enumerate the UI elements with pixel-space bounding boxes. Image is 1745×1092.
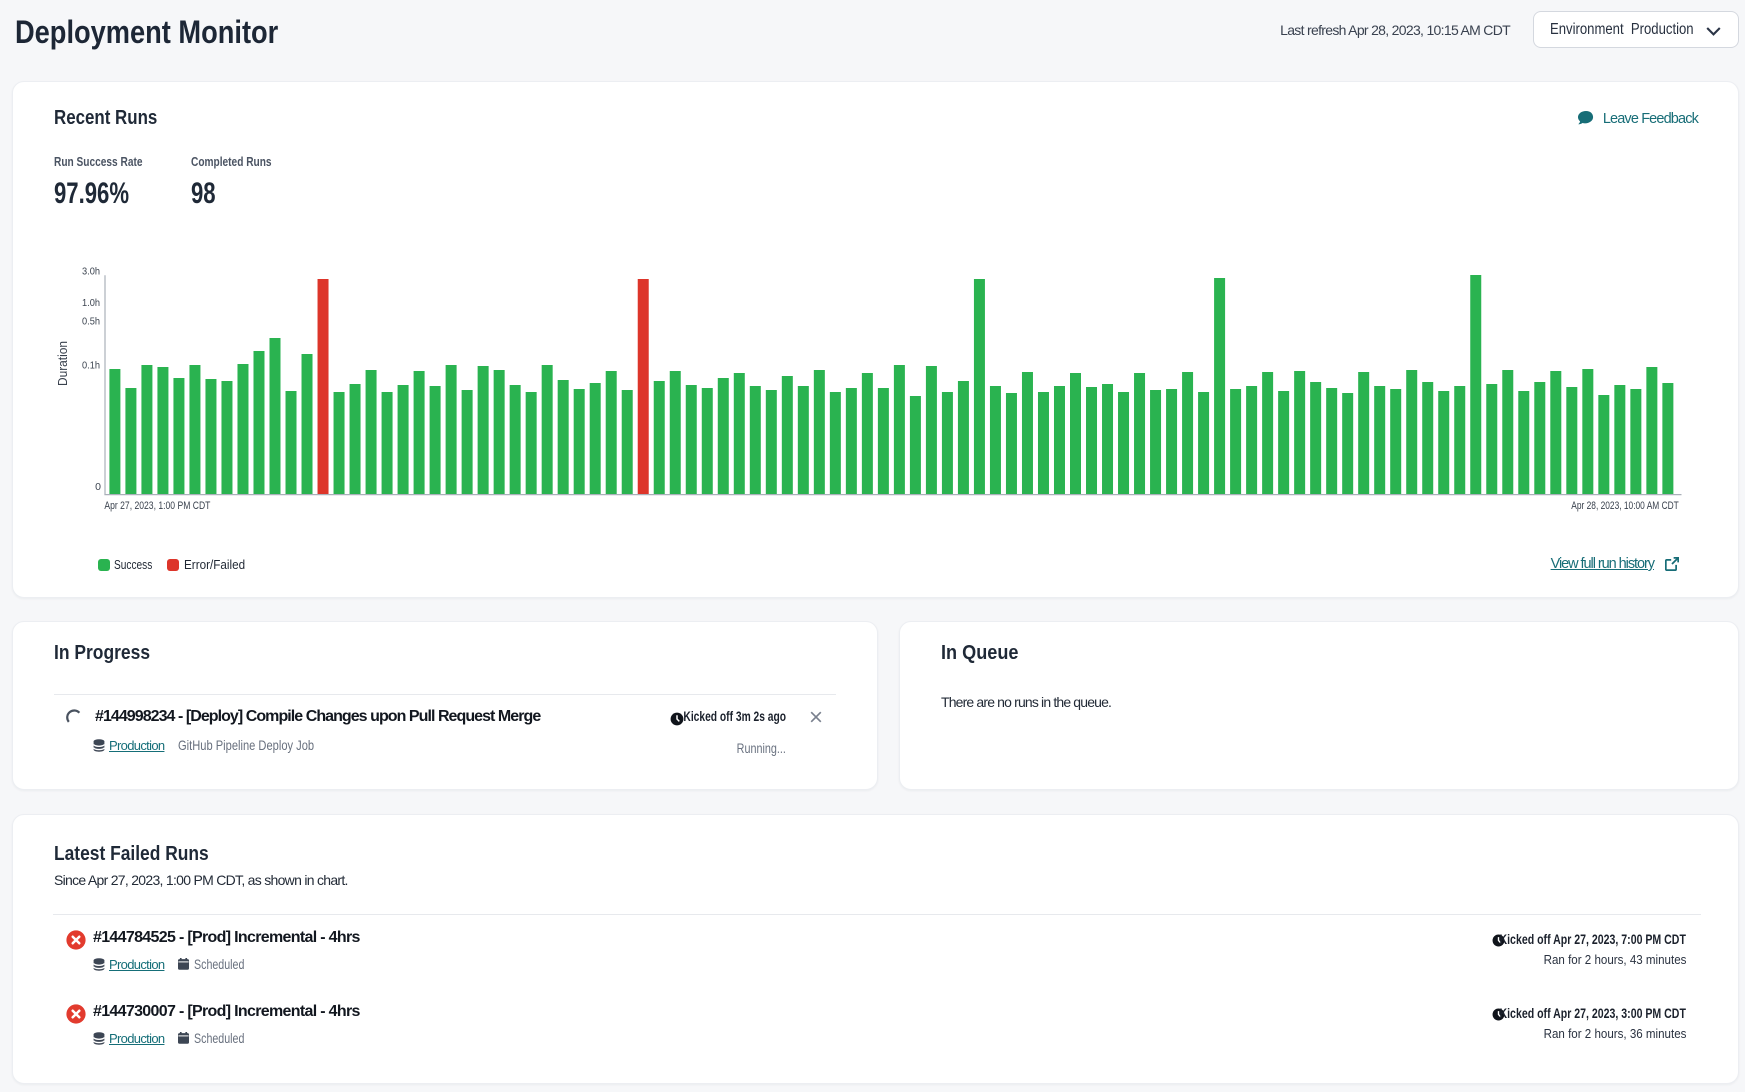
svg-text:0.1h: 0.1h (82, 360, 100, 372)
svg-text:3.0h: 3.0h (82, 266, 100, 278)
svg-text:Apr 27, 2023, 1:00 PM CDT: Apr 27, 2023, 1:00 PM CDT (104, 500, 210, 512)
svg-text:0: 0 (95, 481, 101, 493)
svg-text:1.0h: 1.0h (82, 297, 100, 309)
svg-text:0.5h: 0.5h (82, 316, 100, 328)
svg-text:Duration: Duration (56, 341, 70, 386)
svg-text:Apr 28, 2023, 10:00 AM CDT: Apr 28, 2023, 10:00 AM CDT (1571, 500, 1679, 512)
